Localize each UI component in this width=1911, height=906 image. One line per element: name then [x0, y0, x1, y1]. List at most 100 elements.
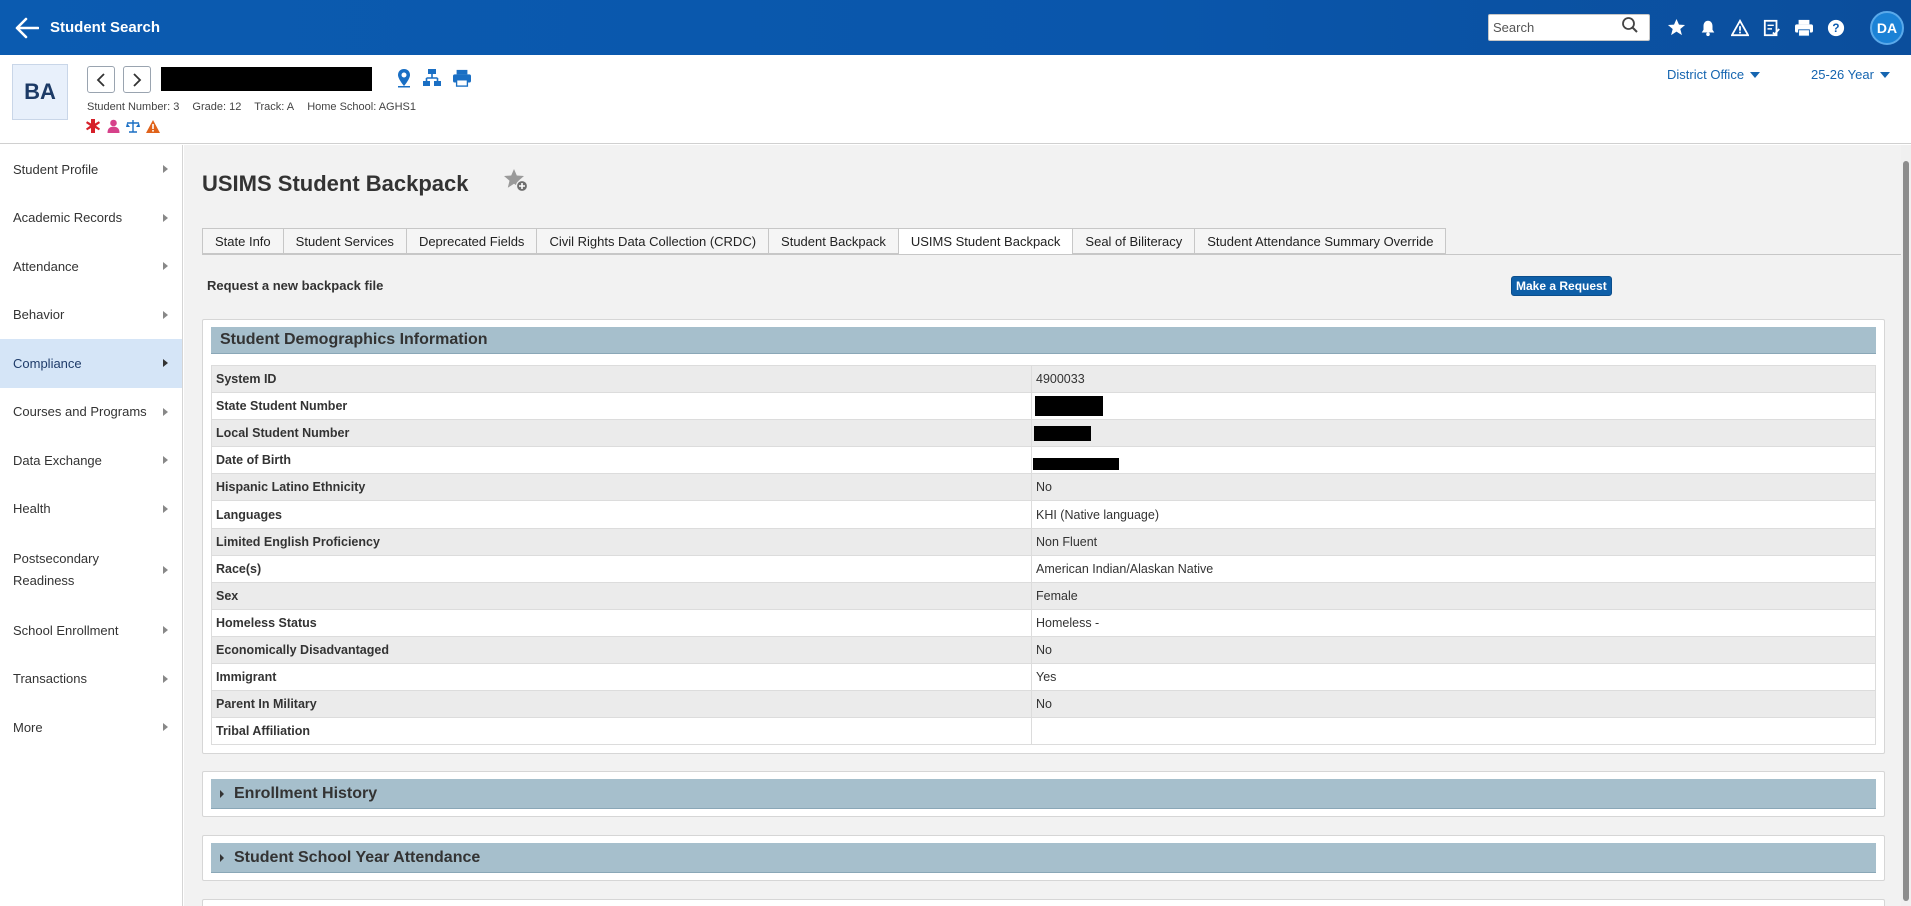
field-value — [1031, 419, 1876, 448]
chevron-right-icon — [163, 674, 168, 683]
field-value: 4900033 — [1031, 364, 1876, 394]
table-row: Date of Birth — [211, 446, 1876, 475]
main-content: USIMS Student Backpack State Info Studen… — [184, 145, 1901, 906]
table-row: Hispanic Latino Ethnicity No — [211, 473, 1876, 502]
sidebar-item-transactions[interactable]: Transactions — [0, 655, 182, 704]
chevron-right-icon — [163, 262, 168, 271]
field-value: No — [1031, 473, 1876, 502]
field-label: State Student Number — [211, 392, 1032, 421]
add-favorite-icon[interactable] — [502, 167, 530, 195]
field-value: No — [1031, 690, 1876, 719]
warning-icon[interactable] — [1730, 18, 1750, 38]
tab-student-services[interactable]: Student Services — [282, 228, 407, 254]
top-bar: Student Search ? DA — [0, 0, 1911, 55]
sidebar-item-label: Transactions — [13, 671, 87, 687]
chevron-right-icon — [163, 359, 168, 368]
table-row: Parent In Military No — [211, 690, 1876, 719]
user-avatar[interactable]: DA — [1870, 10, 1904, 45]
search-box[interactable] — [1488, 14, 1650, 41]
table-row: Tribal Affiliation — [211, 717, 1876, 746]
tab-seal-of-biliteracy[interactable]: Seal of Biliteracy — [1072, 228, 1196, 254]
redacted-value — [1034, 425, 1091, 441]
student-home-school: Home School: AGHS1 — [307, 101, 417, 113]
student-name-redacted — [161, 67, 372, 91]
chevron-right-icon — [163, 165, 168, 174]
student-meta: Student Number: 3 Grade: 12 Track: A Hom… — [87, 101, 426, 113]
chevron-right-icon — [163, 456, 168, 465]
student-print-icon[interactable] — [451, 67, 473, 89]
scrollbar-thumb[interactable] — [1903, 161, 1909, 901]
field-value: No — [1031, 635, 1876, 665]
back-arrow-icon[interactable] — [12, 13, 42, 43]
family-tree-icon[interactable] — [421, 67, 443, 89]
enrollment-history-title: Enrollment History — [234, 784, 378, 802]
tab-crdc[interactable]: Civil Rights Data Collection (CRDC) — [536, 228, 770, 254]
sidebar-item-label: Health — [13, 501, 51, 517]
legal-scale-icon[interactable] — [126, 119, 140, 133]
medical-alert-icon[interactable] — [86, 119, 100, 133]
tab-deprecated-fields[interactable]: Deprecated Fields — [405, 228, 538, 254]
next-student-button[interactable] — [123, 66, 151, 93]
search-input[interactable] — [1493, 20, 1621, 35]
student-track: Track: A — [254, 101, 295, 113]
sidebar-item-label: Academic Records — [13, 210, 123, 226]
office-dropdown[interactable]: District Office — [1667, 67, 1761, 82]
page-scrollbar[interactable] — [1901, 145, 1911, 906]
star-icon[interactable] — [1666, 18, 1686, 38]
demographics-table: System ID 4900033 State Student Number Lo… — [211, 364, 1876, 746]
sidebar-item-courses-and-programs[interactable]: Courses and Programs — [0, 388, 182, 437]
bell-icon[interactable] — [1698, 18, 1718, 38]
table-row: State Student Number — [211, 392, 1876, 421]
student-grade: Grade: 12 — [192, 101, 242, 113]
field-value — [1031, 717, 1876, 746]
sidebar-item-label: Compliance — [13, 355, 82, 371]
tab-student-backpack[interactable]: Student Backpack — [768, 228, 899, 254]
field-label: Date of Birth — [211, 446, 1032, 475]
tab-attendance-summary-override[interactable]: Student Attendance Summary Override — [1194, 228, 1447, 254]
field-value — [1031, 446, 1876, 475]
sidebar-item-health[interactable]: Health — [0, 485, 182, 534]
tab-usims-student-backpack[interactable]: USIMS Student Backpack — [897, 228, 1074, 255]
tab-state-info[interactable]: State Info — [202, 228, 284, 254]
chevron-down-icon — [1750, 71, 1761, 78]
person-alert-icon[interactable] — [106, 119, 120, 133]
sidebar-item-data-exchange[interactable]: Data Exchange — [0, 436, 182, 485]
sidebar-item-more[interactable]: More — [0, 703, 182, 752]
tab-bar: State Info Student Services Deprecated F… — [202, 228, 1447, 255]
year-label: 25-26 Year — [1811, 67, 1874, 82]
print-icon[interactable] — [1794, 18, 1814, 38]
location-pin-icon[interactable] — [393, 67, 415, 89]
sidebar-item-school-enrollment[interactable]: School Enrollment — [0, 606, 182, 655]
table-row: Languages KHI (Native language) — [211, 500, 1876, 529]
tab-divider — [202, 254, 1901, 255]
student-avatar: BA — [12, 64, 68, 120]
chevron-right-icon — [163, 565, 168, 574]
demographics-header[interactable]: Student Demographics Information — [211, 327, 1876, 354]
field-label: System ID — [211, 364, 1032, 394]
sidebar-item-behavior[interactable]: Behavior — [0, 291, 182, 340]
search-icon[interactable] — [1621, 16, 1639, 39]
office-label: District Office — [1667, 67, 1745, 82]
sidebar-item-postsecondary-readiness[interactable]: Postsecondary Readiness — [0, 533, 182, 606]
sidebar-item-label: Data Exchange — [13, 452, 102, 468]
student-header: BA Student Number: 3 Grade: 12 Track: A … — [0, 55, 1911, 144]
table-row: Race(s) American Indian/Alaskan Native — [211, 554, 1876, 583]
sidebar-item-attendance[interactable]: Attendance — [0, 242, 182, 291]
sidebar-item-label: Postsecondary Readiness — [13, 550, 99, 588]
year-dropdown[interactable]: 25-26 Year — [1811, 67, 1890, 82]
help-icon[interactable]: ? — [1826, 18, 1846, 38]
next-panel — [202, 899, 1885, 906]
table-row: Local Student Number — [211, 419, 1876, 448]
previous-student-button[interactable] — [87, 66, 115, 93]
school-year-attendance-header[interactable]: Student School Year Attendance — [211, 843, 1876, 873]
sidebar-item-academic-records[interactable]: Academic Records — [0, 194, 182, 243]
make-request-button[interactable]: Make a Request — [1511, 276, 1612, 296]
warning-triangle-icon[interactable] — [146, 119, 160, 133]
sidebar-item-student-profile[interactable]: Student Profile — [0, 145, 182, 194]
field-label: Sex — [211, 581, 1032, 610]
checklist-icon[interactable] — [1762, 18, 1782, 38]
demographics-panel: Student Demographics Information System … — [202, 319, 1885, 754]
sidebar-item-compliance[interactable]: Compliance — [0, 339, 182, 388]
enrollment-history-header[interactable]: Enrollment History — [211, 779, 1876, 809]
field-label: Languages — [211, 500, 1032, 529]
